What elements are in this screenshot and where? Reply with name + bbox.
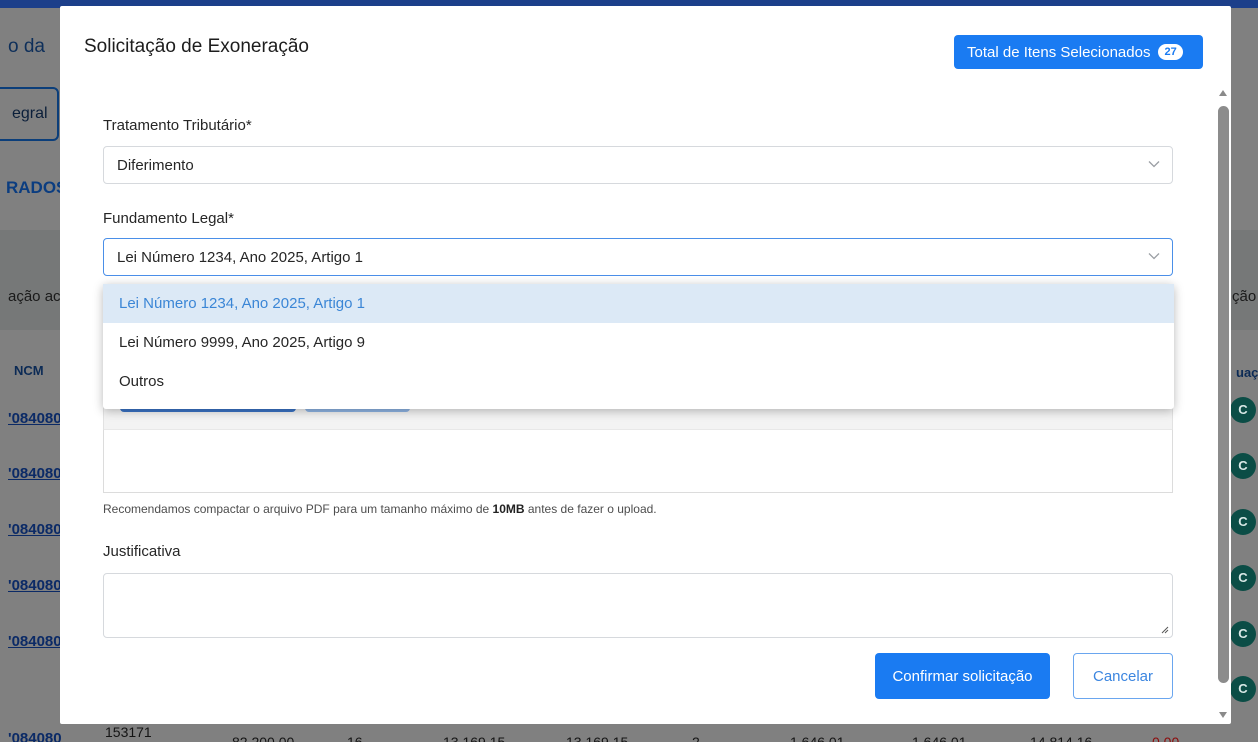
fundamento-select-value: Lei Número 1234, Ano 2025, Artigo 1 — [117, 249, 364, 266]
background-ncm-link: '084080 — [8, 633, 62, 650]
status-badge: C — [1230, 453, 1256, 479]
tratamento-select-value: Diferimento — [117, 157, 194, 174]
chevron-down-icon — [1148, 161, 1160, 168]
status-badge: C — [1230, 509, 1256, 535]
background-row-cell: 1 646,01 — [790, 734, 845, 742]
background-ncm-link: '084080 — [8, 577, 62, 594]
resize-handle-icon[interactable] — [1161, 626, 1169, 634]
scroll-up-arrow-icon[interactable] — [1219, 90, 1227, 96]
justificativa-textarea[interactable] — [103, 573, 1173, 638]
upload-hint-size: 10MB — [492, 502, 525, 516]
background-row-cell: 1 646,01 — [912, 734, 967, 742]
background-row-cell: 16 — [347, 734, 363, 742]
total-selected-label: Total de Itens Selecionados — [967, 43, 1151, 61]
scrollbar-thumb[interactable] — [1218, 106, 1229, 683]
fundamento-select[interactable]: Lei Número 1234, Ano 2025, Artigo 1 — [103, 238, 1173, 276]
status-badge: C — [1230, 676, 1256, 702]
scroll-down-arrow-icon[interactable] — [1219, 712, 1227, 718]
dropdown-option[interactable]: Outros — [103, 362, 1174, 401]
upload-hint-text-end: antes de fazer o upload. — [524, 502, 657, 516]
background-row-cell: 14 814,16 — [1030, 734, 1093, 742]
status-badge: C — [1230, 565, 1256, 591]
modal-title: Solicitação de Exoneração — [84, 36, 309, 57]
justificativa-label: Justificativa — [103, 543, 181, 560]
background-row-cell: 0,00 — [1152, 734, 1180, 742]
upload-hint-text: Recomendamos compactar o arquivo PDF par… — [103, 502, 493, 516]
background-section-heading: RADOS — [6, 178, 68, 197]
background-label-right: ção — [1232, 288, 1257, 305]
background-col-situacao: uaçã — [1236, 365, 1258, 380]
status-badge: C — [1230, 621, 1256, 647]
confirm-request-button[interactable]: Confirmar solicitação — [875, 653, 1050, 699]
exoneration-modal: Solicitação de Exoneração Total de Itens… — [60, 6, 1231, 724]
background-row-cell: 13 169,15 — [443, 734, 506, 742]
tratamento-label: Tratamento Tributário* — [103, 117, 252, 134]
background-col-ncm: NCM — [14, 363, 44, 378]
chevron-down-icon — [1148, 253, 1160, 260]
fundamento-label: Fundamento Legal* — [103, 210, 234, 227]
status-badge: C — [1230, 397, 1256, 423]
dropdown-option[interactable]: Lei Número 1234, Ano 2025, Artigo 1 — [103, 284, 1174, 323]
dropdown-option[interactable]: Lei Número 9999, Ano 2025, Artigo 9 — [103, 323, 1174, 362]
background-ncm-link: '084080 — [8, 730, 62, 742]
cancel-button[interactable]: Cancelar — [1073, 653, 1173, 699]
fundamento-dropdown-list: Lei Número 1234, Ano 2025, Artigo 1 Lei … — [103, 284, 1174, 409]
total-selected-button[interactable]: Total de Itens Selecionados 27 — [954, 35, 1203, 69]
background-row-cell: 82 200,00 — [232, 734, 295, 742]
tratamento-select[interactable]: Diferimento — [103, 146, 1173, 184]
upload-dropzone[interactable] — [103, 429, 1173, 493]
background-ncm-link: '084080 — [8, 521, 62, 538]
background-title-fragment: o da — [8, 36, 45, 57]
background-ncm-link: '084080 — [8, 410, 62, 427]
background-label-left: ação ac — [8, 288, 61, 305]
background-row-cell: 2 — [692, 734, 700, 742]
background-row-cell: 153171 — [105, 724, 152, 740]
upload-hint: Recomendamos compactar o arquivo PDF par… — [103, 502, 657, 516]
background-button: egral — [0, 87, 59, 141]
background-row-cell: 13 169,15 — [566, 734, 629, 742]
background-ncm-link: '084080 — [8, 465, 62, 482]
total-selected-count-badge: 27 — [1158, 44, 1183, 60]
